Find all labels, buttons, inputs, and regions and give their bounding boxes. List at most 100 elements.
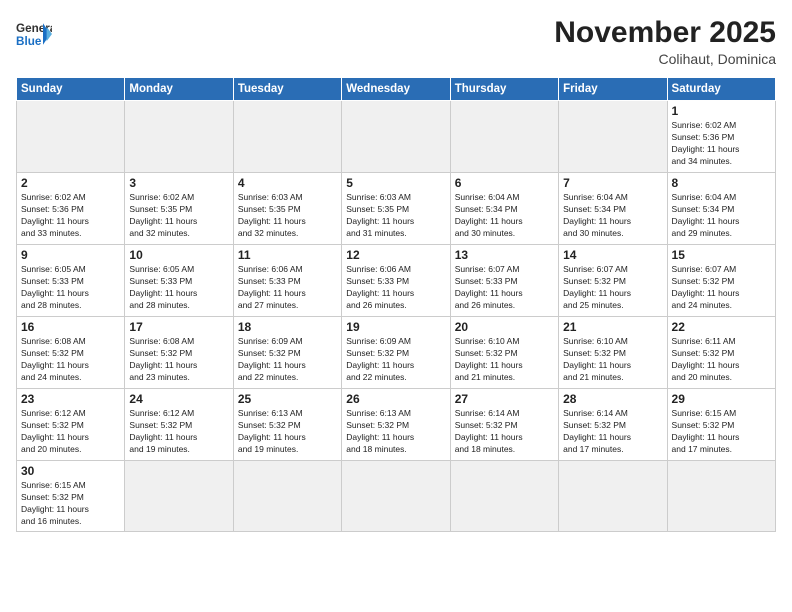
header-monday: Monday <box>125 78 233 101</box>
day-number: 6 <box>455 176 554 190</box>
table-row: 22Sunrise: 6:11 AM Sunset: 5:32 PM Dayli… <box>667 317 775 389</box>
day-number: 29 <box>672 392 771 406</box>
table-row: 11Sunrise: 6:06 AM Sunset: 5:33 PM Dayli… <box>233 245 341 317</box>
day-info: Sunrise: 6:09 AM Sunset: 5:32 PM Dayligh… <box>346 336 445 384</box>
day-info: Sunrise: 6:03 AM Sunset: 5:35 PM Dayligh… <box>238 192 337 240</box>
day-info: Sunrise: 6:06 AM Sunset: 5:33 PM Dayligh… <box>346 264 445 312</box>
table-row: 9 Sunrise: 6:05 AM Sunset: 5:33 PM Daylig… <box>17 245 125 317</box>
logo-icon: General Blue <box>16 16 52 52</box>
table-row: 27Sunrise: 6:14 AM Sunset: 5:32 PM Dayli… <box>450 389 558 461</box>
day-info: Sunrise: 6:08 AM Sunset: 5:32 PM Dayligh… <box>129 336 228 384</box>
calendar-week-row: 23Sunrise: 6:12 AM Sunset: 5:32 PM Dayli… <box>17 389 776 461</box>
table-row: 14Sunrise: 6:07 AM Sunset: 5:32 PM Dayli… <box>559 245 667 317</box>
day-number: 21 <box>563 320 662 334</box>
day-info: Sunrise: 6:15 AM Sunset: 5:32 PM Dayligh… <box>21 480 120 528</box>
day-number: 19 <box>346 320 445 334</box>
header-saturday: Saturday <box>667 78 775 101</box>
header: General Blue November 2025 Colihaut, Dom… <box>16 16 776 67</box>
day-number: 10 <box>129 248 228 262</box>
day-number: 20 <box>455 320 554 334</box>
calendar-week-row: 9 Sunrise: 6:05 AM Sunset: 5:33 PM Daylig… <box>17 245 776 317</box>
month-title: November 2025 <box>554 16 776 49</box>
day-info: Sunrise: 6:12 AM Sunset: 5:32 PM Dayligh… <box>129 408 228 456</box>
day-info: Sunrise: 6:07 AM Sunset: 5:33 PM Dayligh… <box>455 264 554 312</box>
header-tuesday: Tuesday <box>233 78 341 101</box>
calendar-week-row: 1 Sunrise: 6:02 AM Sunset: 5:36 PM Daylig… <box>17 101 776 173</box>
day-number: 17 <box>129 320 228 334</box>
day-info: Sunrise: 6:02 AM Sunset: 5:36 PM Dayligh… <box>672 120 771 168</box>
table-row <box>667 461 775 532</box>
table-row: 3 Sunrise: 6:02 AM Sunset: 5:35 PM Daylig… <box>125 173 233 245</box>
header-sunday: Sunday <box>17 78 125 101</box>
table-row <box>233 101 341 173</box>
table-row: 4 Sunrise: 6:03 AM Sunset: 5:35 PM Daylig… <box>233 173 341 245</box>
day-number: 3 <box>129 176 228 190</box>
table-row <box>559 461 667 532</box>
day-info: Sunrise: 6:15 AM Sunset: 5:32 PM Dayligh… <box>672 408 771 456</box>
day-number: 27 <box>455 392 554 406</box>
table-row: 17 Sunrise: 6:08 AM Sunset: 5:32 PM Dayli… <box>125 317 233 389</box>
table-row: 21Sunrise: 6:10 AM Sunset: 5:32 PM Dayli… <box>559 317 667 389</box>
calendar-week-row: 30 Sunrise: 6:15 AM Sunset: 5:32 PM Dayli… <box>17 461 776 532</box>
table-row: 29 Sunrise: 6:15 AM Sunset: 5:32 PM Dayli… <box>667 389 775 461</box>
day-info: Sunrise: 6:04 AM Sunset: 5:34 PM Dayligh… <box>672 192 771 240</box>
table-row: 19 Sunrise: 6:09 AM Sunset: 5:32 PM Dayli… <box>342 317 450 389</box>
table-row: 26 Sunrise: 6:13 AM Sunset: 5:32 PM Dayli… <box>342 389 450 461</box>
day-info: Sunrise: 6:13 AM Sunset: 5:32 PM Dayligh… <box>346 408 445 456</box>
table-row <box>450 461 558 532</box>
day-number: 13 <box>455 248 554 262</box>
day-info: Sunrise: 6:11 AM Sunset: 5:32 PM Dayligh… <box>672 336 771 384</box>
day-number: 14 <box>563 248 662 262</box>
day-number: 5 <box>346 176 445 190</box>
day-info: Sunrise: 6:09 AM Sunset: 5:32 PM Dayligh… <box>238 336 337 384</box>
day-info: Sunrise: 6:05 AM Sunset: 5:33 PM Dayligh… <box>21 264 120 312</box>
day-number: 15 <box>672 248 771 262</box>
header-wednesday: Wednesday <box>342 78 450 101</box>
day-number: 28 <box>563 392 662 406</box>
day-number: 18 <box>238 320 337 334</box>
table-row: 24 Sunrise: 6:12 AM Sunset: 5:32 PM Dayli… <box>125 389 233 461</box>
page: General Blue November 2025 Colihaut, Dom… <box>0 0 792 612</box>
day-number: 9 <box>21 248 120 262</box>
table-row: 16Sunrise: 6:08 AM Sunset: 5:32 PM Dayli… <box>17 317 125 389</box>
table-row: 30 Sunrise: 6:15 AM Sunset: 5:32 PM Dayli… <box>17 461 125 532</box>
table-row: 6 Sunrise: 6:04 AM Sunset: 5:34 PM Daylig… <box>450 173 558 245</box>
day-info: Sunrise: 6:02 AM Sunset: 5:36 PM Dayligh… <box>21 192 120 240</box>
table-row <box>125 101 233 173</box>
day-info: Sunrise: 6:03 AM Sunset: 5:35 PM Dayligh… <box>346 192 445 240</box>
svg-text:Blue: Blue <box>16 35 42 48</box>
day-number: 25 <box>238 392 337 406</box>
day-info: Sunrise: 6:13 AM Sunset: 5:32 PM Dayligh… <box>238 408 337 456</box>
logo: General Blue <box>16 16 52 52</box>
table-row <box>17 101 125 173</box>
table-row: 2 Sunrise: 6:02 AM Sunset: 5:36 PM Daylig… <box>17 173 125 245</box>
header-friday: Friday <box>559 78 667 101</box>
table-row: 8Sunrise: 6:04 AM Sunset: 5:34 PM Daylig… <box>667 173 775 245</box>
calendar-week-row: 2 Sunrise: 6:02 AM Sunset: 5:36 PM Daylig… <box>17 173 776 245</box>
day-number: 2 <box>21 176 120 190</box>
day-info: Sunrise: 6:10 AM Sunset: 5:32 PM Dayligh… <box>455 336 554 384</box>
table-row: 13 Sunrise: 6:07 AM Sunset: 5:33 PM Dayli… <box>450 245 558 317</box>
day-info: Sunrise: 6:08 AM Sunset: 5:32 PM Dayligh… <box>21 336 120 384</box>
day-number: 30 <box>21 464 120 478</box>
weekday-header-row: Sunday Monday Tuesday Wednesday Thursday… <box>17 78 776 101</box>
day-number: 4 <box>238 176 337 190</box>
day-info: Sunrise: 6:04 AM Sunset: 5:34 PM Dayligh… <box>455 192 554 240</box>
table-row: 25 Sunrise: 6:13 AM Sunset: 5:32 PM Dayli… <box>233 389 341 461</box>
day-info: Sunrise: 6:07 AM Sunset: 5:32 PM Dayligh… <box>672 264 771 312</box>
table-row: 15 Sunrise: 6:07 AM Sunset: 5:32 PM Dayli… <box>667 245 775 317</box>
table-row: 28Sunrise: 6:14 AM Sunset: 5:32 PM Dayli… <box>559 389 667 461</box>
calendar-week-row: 16Sunrise: 6:08 AM Sunset: 5:32 PM Dayli… <box>17 317 776 389</box>
table-row <box>125 461 233 532</box>
day-info: Sunrise: 6:02 AM Sunset: 5:35 PM Dayligh… <box>129 192 228 240</box>
day-info: Sunrise: 6:12 AM Sunset: 5:32 PM Dayligh… <box>21 408 120 456</box>
day-number: 24 <box>129 392 228 406</box>
day-info: Sunrise: 6:05 AM Sunset: 5:33 PM Dayligh… <box>129 264 228 312</box>
calendar: Sunday Monday Tuesday Wednesday Thursday… <box>16 77 776 532</box>
day-number: 1 <box>672 104 771 118</box>
day-info: Sunrise: 6:04 AM Sunset: 5:34 PM Dayligh… <box>563 192 662 240</box>
title-block: November 2025 Colihaut, Dominica <box>554 16 776 67</box>
table-row: 1 Sunrise: 6:02 AM Sunset: 5:36 PM Daylig… <box>667 101 775 173</box>
day-number: 26 <box>346 392 445 406</box>
table-row: 18 Sunrise: 6:09 AM Sunset: 5:32 PM Dayli… <box>233 317 341 389</box>
